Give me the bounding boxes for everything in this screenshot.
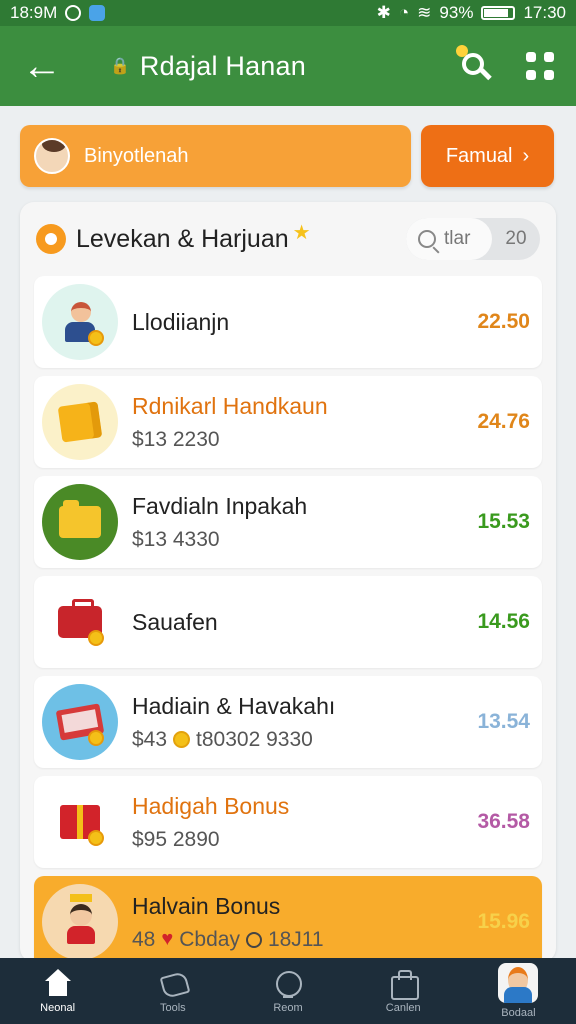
- lock-icon: 🔒: [110, 58, 130, 75]
- nav-item-room[interactable]: Reom: [230, 958, 345, 1024]
- briefcase-icon: [42, 584, 118, 660]
- status-time-left: 18:9M: [10, 3, 58, 22]
- search-filter-pill[interactable]: tlar 20: [406, 218, 540, 260]
- item-subtitle: $13 2230: [132, 427, 220, 451]
- tools-icon: [158, 968, 188, 998]
- laptop-icon: [42, 684, 118, 760]
- item-subtitle-rest: 18J11: [267, 927, 324, 951]
- person-icon: [42, 284, 118, 360]
- item-name: Halvain Bonus: [132, 892, 281, 919]
- avatar-icon: [498, 963, 539, 1003]
- box-icon: [42, 384, 118, 460]
- item-subtitle: $95 2890: [132, 827, 220, 851]
- wifi-signal-icon: ≋: [417, 3, 432, 22]
- promo-button-label: Famual: [445, 144, 513, 167]
- item-name: Sauafen: [132, 608, 218, 635]
- gift-icon: [42, 784, 118, 860]
- nav-label: Reom: [273, 1002, 303, 1014]
- item-subtitle: 48 ♥ Cbday 18J11: [132, 928, 460, 952]
- item-name: Rdnikarl Handkaun: [132, 392, 328, 419]
- item-value: 13.54: [477, 710, 530, 733]
- chevron-right-icon: ›: [522, 144, 530, 167]
- bag-icon: [388, 968, 420, 1000]
- nav-label: Bodaal: [501, 1007, 536, 1019]
- item-subtitle-prefix: $43: [132, 727, 168, 751]
- promo-banner[interactable]: Binyotlenah: [20, 125, 411, 187]
- bluetooth-icon: ✱: [376, 3, 391, 22]
- item-value: 14.56: [477, 610, 530, 633]
- item-list: Llodiianjn 22.50 Rdnikarl Handkaun $13 2…: [20, 276, 556, 968]
- circle-icon: [273, 968, 303, 998]
- item-value: 24.76: [477, 410, 530, 433]
- grid-menu-icon[interactable]: [526, 52, 554, 80]
- list-item[interactable]: Hadigah Bonus $95 2890 36.58: [34, 776, 542, 868]
- star-icon: ★: [292, 221, 311, 244]
- alarm-icon: ◔: [398, 3, 410, 22]
- search-input[interactable]: tlar: [406, 218, 492, 260]
- nav-label: Neonal: [40, 1002, 76, 1014]
- promo-action-button[interactable]: Famual ›: [421, 125, 554, 187]
- item-subtitle: $43 t80302 9330: [132, 728, 460, 752]
- item-name: Hadigah Bonus: [132, 792, 290, 819]
- promo-avatar-icon: [34, 138, 70, 174]
- promo-banner-label: Binyotlenah: [84, 144, 189, 167]
- list-item[interactable]: Sauafen 14.56: [34, 576, 542, 668]
- status-bar: 18:9M ✱ ◔ ≋ 93% 17:30: [0, 0, 576, 26]
- item-value: 15.96: [477, 910, 530, 933]
- list-card-header: Levekan & Harjuan ★ tlar 20: [20, 202, 556, 276]
- magnifier-icon: [418, 230, 436, 248]
- item-subtitle-mid: Cbday: [179, 927, 240, 951]
- item-subtitle-rest: t80302 9330: [196, 727, 313, 751]
- list-item[interactable]: Rdnikarl Handkaun $13 2230 24.76: [34, 376, 542, 468]
- clock-icon: [245, 931, 262, 948]
- folder-icon: [42, 484, 118, 560]
- item-subtitle-prefix: 48: [132, 927, 156, 951]
- list-item-highlighted[interactable]: Halvain Bonus 48 ♥ Cbday 18J11 15.96: [34, 876, 542, 968]
- promo-row: Binyotlenah Famual ›: [20, 125, 554, 187]
- item-name: Hadiain & Havakahı: [132, 692, 336, 719]
- heart-icon: ♥: [161, 928, 174, 950]
- item-subtitle: $13 4330: [132, 527, 220, 551]
- search-placeholder: tlar: [444, 228, 471, 249]
- battery-icon: [481, 6, 516, 20]
- item-value: 15.53: [477, 510, 530, 533]
- list-card-title: Levekan & Harjuan: [76, 224, 289, 253]
- list-item[interactable]: Llodiianjn 22.50: [34, 276, 542, 368]
- nav-label: Tools: [159, 1002, 186, 1014]
- status-time-right: 17:30: [523, 3, 566, 22]
- item-value: 22.50: [477, 310, 530, 333]
- page-title: Rdajal Hanan: [139, 50, 306, 81]
- home-icon: [43, 968, 73, 998]
- nav-item-profile[interactable]: Bodaal: [461, 958, 576, 1024]
- list-item[interactable]: Favdialn Inpakah $13 4330 15.53: [34, 476, 542, 568]
- battery-percent: 93%: [439, 3, 474, 22]
- search-icon[interactable]: [456, 45, 492, 81]
- coin-icon: [173, 731, 191, 748]
- item-name: Llodiianjn: [132, 308, 230, 335]
- result-count: 20: [505, 228, 527, 249]
- app-bar: ← 🔒 Rdajal Hanan: [0, 26, 576, 106]
- bottom-navigation: Neonal Tools Reom Canlen Bodaal: [0, 958, 576, 1024]
- back-arrow-icon[interactable]: ←: [22, 46, 66, 86]
- list-card: Levekan & Harjuan ★ tlar 20 Llodiianjn 2…: [20, 202, 556, 968]
- item-name: Favdialn Inpakah: [132, 492, 308, 519]
- app-notification-icon: [89, 5, 106, 21]
- record-icon: [65, 5, 82, 21]
- nav-item-bag[interactable]: Canlen: [346, 958, 461, 1024]
- section-dot-icon: [36, 224, 66, 254]
- nav-item-home[interactable]: Neonal: [0, 958, 115, 1024]
- item-value: 36.58: [477, 810, 530, 833]
- nav-item-tools[interactable]: Tools: [115, 958, 230, 1024]
- nav-label: Canlen: [385, 1002, 421, 1014]
- kid-icon: [42, 884, 118, 960]
- list-item[interactable]: Hadiain & Havakahı $43 t80302 9330 13.54: [34, 676, 542, 768]
